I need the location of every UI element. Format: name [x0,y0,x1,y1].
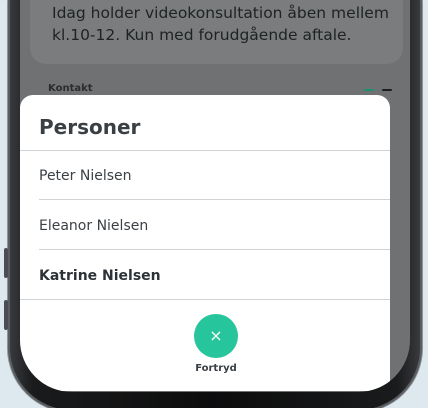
section-label: Kontakt [48,83,93,94]
side-button [4,300,8,330]
person-item-peter[interactable]: Peter Nielsen [39,168,132,184]
divider [20,299,390,300]
divider [20,150,390,151]
divider [39,249,390,250]
close-icon: × [209,326,223,345]
phone-mockup: Idag holder videokonsultation åben melle… [0,0,428,408]
cancel-label: Fortryd [195,363,237,374]
persons-sheet: Personer Peter Nielsen Eleanor Nielsen K… [20,95,390,391]
person-item-eleanor[interactable]: Eleanor Nielsen [39,218,148,234]
person-item-katrine[interactable]: Katrine Nielsen [39,268,161,284]
tab-indicator-active [364,89,374,91]
divider [39,199,390,200]
sheet-title: Personer [39,115,141,139]
side-button [4,248,8,278]
info-card: Idag holder videokonsultation åben melle… [30,0,403,64]
tab-indicator [382,89,392,91]
phone-screen: Idag holder videokonsultation åben melle… [20,0,410,392]
cancel-button[interactable]: × [194,314,238,358]
info-message: Idag holder videokonsultation åben melle… [52,4,389,44]
